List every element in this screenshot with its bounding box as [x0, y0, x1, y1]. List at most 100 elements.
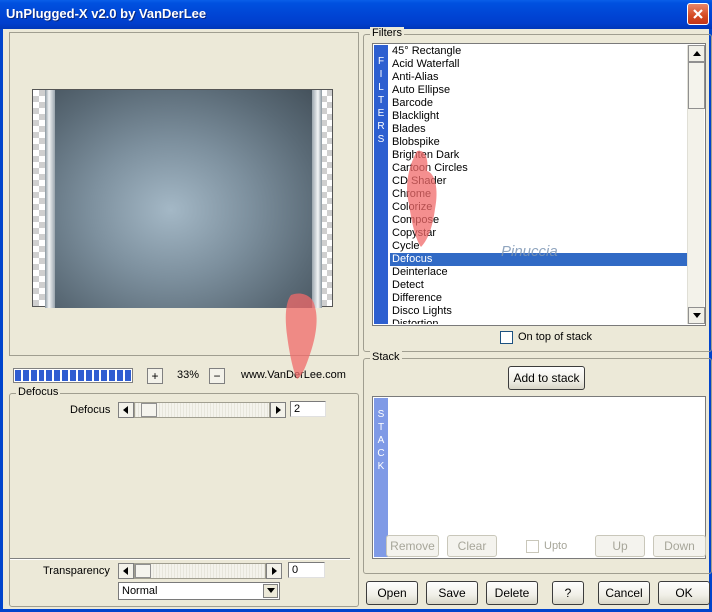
- stack-strip-letter: C: [377, 448, 385, 459]
- defocus-increase-button[interactable]: [270, 402, 286, 418]
- defocus-slider[interactable]: [134, 402, 270, 418]
- down-button[interactable]: Down: [653, 535, 706, 557]
- up-button[interactable]: Up: [595, 535, 645, 557]
- pointing-hand-icon: [285, 293, 317, 379]
- upto-checkbox[interactable]: [526, 540, 539, 553]
- filter-item[interactable]: Detect: [390, 279, 688, 292]
- pointing-hand-icon: [407, 150, 437, 247]
- open-button[interactable]: Open: [366, 581, 418, 605]
- filter-item[interactable]: Disco Lights: [390, 305, 688, 318]
- progress-block: [54, 370, 61, 381]
- filter-item[interactable]: Barcode: [390, 97, 688, 110]
- filters-strip-letter: F: [377, 56, 385, 67]
- remove-button[interactable]: Remove: [386, 535, 439, 557]
- defocus-value-field[interactable]: 2: [290, 401, 326, 417]
- filter-item[interactable]: Anti-Alias: [390, 71, 688, 84]
- progress-block: [85, 370, 92, 381]
- filters-strip-letter: S: [377, 134, 385, 145]
- filter-item[interactable]: Blades: [390, 123, 688, 136]
- scroll-thumb[interactable]: [688, 62, 705, 109]
- arrow-right-icon: [272, 567, 277, 575]
- progress-block: [77, 370, 84, 381]
- arrow-left-icon: [123, 406, 128, 414]
- filter-item[interactable]: Deinterlace: [390, 266, 688, 279]
- save-button[interactable]: Save: [426, 581, 478, 605]
- filters-strip: FILTERS: [374, 45, 388, 324]
- defocus-label: Defocus: [70, 404, 111, 416]
- on-top-label: On top of stack: [518, 331, 592, 343]
- filters-group-legend: Filters: [370, 27, 404, 39]
- defocus-slider-thumb[interactable]: [141, 403, 157, 417]
- chevron-up-icon: [692, 51, 701, 56]
- stack-strip-letter: A: [377, 435, 385, 446]
- delete-button[interactable]: Delete: [486, 581, 538, 605]
- on-top-checkbox[interactable]: [500, 331, 513, 344]
- chevron-down-icon: [692, 313, 701, 318]
- help-button[interactable]: ?: [552, 581, 584, 605]
- filter-item[interactable]: Difference: [390, 292, 688, 305]
- filters-strip-letter: E: [377, 108, 385, 119]
- dialog-body: + 33% − www.VanDerLee.com Defocus Defocu…: [0, 27, 712, 612]
- blend-mode-value: Normal: [122, 585, 158, 597]
- progress-block: [125, 370, 131, 381]
- add-to-stack-button[interactable]: Add to stack: [508, 366, 585, 390]
- progress-block: [30, 370, 37, 381]
- stack-strip-letter: S: [377, 409, 385, 420]
- ok-button[interactable]: OK: [658, 581, 710, 605]
- close-icon: [693, 9, 703, 19]
- stack-group-legend: Stack: [370, 351, 402, 363]
- scroll-down-button[interactable]: [688, 307, 705, 324]
- arrow-right-icon: [276, 406, 281, 414]
- progress-block: [38, 370, 45, 381]
- progress-block: [109, 370, 116, 381]
- zoom-out-button[interactable]: −: [209, 368, 225, 384]
- title-bar: UnPlugged-X v2.0 by VanDerLee: [0, 0, 712, 29]
- window-title: UnPlugged-X v2.0 by VanDerLee: [6, 6, 207, 21]
- zoom-in-button[interactable]: +: [147, 368, 163, 384]
- blend-mode-select[interactable]: Normal: [118, 582, 280, 600]
- progress-block: [93, 370, 100, 381]
- close-button[interactable]: [687, 3, 709, 25]
- arrow-left-icon: [123, 567, 128, 575]
- transparency-increase-button[interactable]: [266, 563, 282, 579]
- preview-image: [45, 90, 322, 308]
- filter-item[interactable]: Auto Ellipse: [390, 84, 688, 97]
- filters-strip-letter: R: [377, 121, 385, 132]
- transparency-decrease-button[interactable]: [118, 563, 134, 579]
- progress-block: [22, 370, 29, 381]
- cancel-button[interactable]: Cancel: [598, 581, 650, 605]
- progress-block: [62, 370, 69, 381]
- stack-strip-letter: K: [377, 461, 385, 472]
- filters-strip-letter: L: [378, 82, 384, 93]
- progress-bar: [13, 368, 133, 383]
- defocus-decrease-button[interactable]: [118, 402, 134, 418]
- filter-item[interactable]: Distortion: [390, 318, 688, 324]
- filters-strip-letter: T: [377, 95, 385, 106]
- clear-button[interactable]: Clear: [447, 535, 497, 557]
- filter-item[interactable]: Blacklight: [390, 110, 688, 123]
- progress-block: [101, 370, 108, 381]
- progress-block: [70, 370, 76, 381]
- upto-label: Upto: [544, 540, 568, 552]
- preview-canvas: [32, 89, 333, 308]
- stack-strip: STACK: [374, 398, 388, 557]
- filters-scrollbar[interactable]: [687, 45, 705, 324]
- transparency-slider-thumb[interactable]: [135, 564, 151, 578]
- transparency-label: Transparency: [43, 565, 110, 577]
- scroll-up-button[interactable]: [688, 45, 705, 62]
- filters-strip-letter: I: [379, 69, 383, 80]
- transparency-slider[interactable]: [134, 563, 266, 579]
- dropdown-button[interactable]: [263, 584, 278, 598]
- filter-item[interactable]: Acid Waterfall: [390, 58, 688, 71]
- progress-block: [117, 370, 124, 381]
- progress-block: [46, 370, 53, 381]
- defocus-group-legend: Defocus: [16, 386, 61, 398]
- zoom-level: 33%: [167, 368, 209, 384]
- stack-strip-letter: T: [377, 422, 385, 433]
- filter-item[interactable]: Blobspike: [390, 136, 688, 149]
- filter-item[interactable]: 45° Rectangle: [390, 45, 688, 58]
- watermark-text: Pinuccia: [501, 243, 558, 260]
- chevron-down-icon: [266, 588, 275, 593]
- transparency-value-field[interactable]: 0: [288, 562, 325, 578]
- divider: [10, 558, 350, 560]
